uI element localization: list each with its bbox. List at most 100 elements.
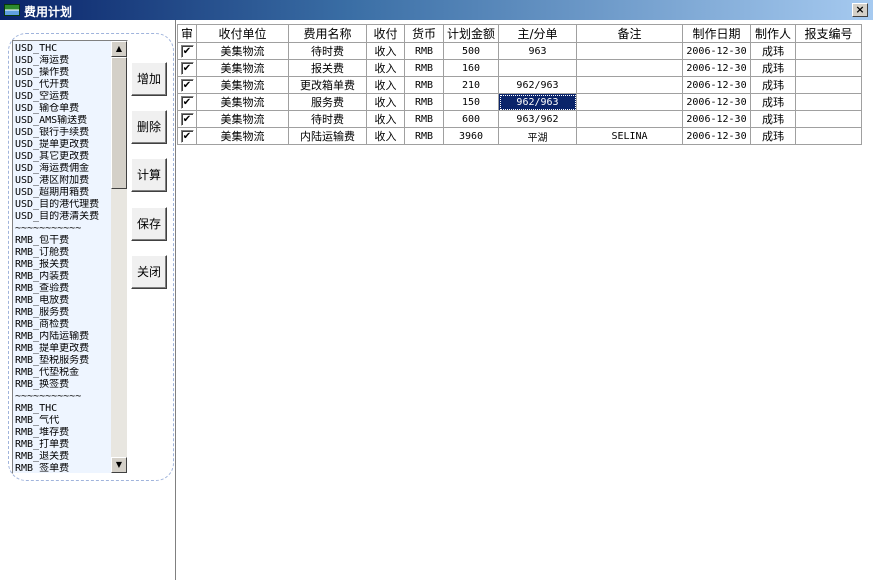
list-item[interactable]: USD_海运费佣金: [15, 163, 111, 175]
scroll-down-icon[interactable]: ▼: [111, 457, 127, 473]
cell-currency[interactable]: RMB: [404, 93, 444, 111]
add-button[interactable]: 增加: [131, 62, 167, 96]
save-button[interactable]: 保存: [131, 207, 167, 241]
table-row[interactable]: ✔ 美集物流 报关费 收入 RMB 160 2006-12-30 成玮: [177, 59, 862, 77]
close-window-button[interactable]: ×: [852, 3, 868, 17]
list-item[interactable]: USD_港区附加费: [15, 175, 111, 187]
cell-note[interactable]: SELINA: [576, 127, 683, 145]
audit-cell[interactable]: ✔: [177, 110, 197, 128]
delete-button[interactable]: 删除: [131, 110, 167, 144]
fee-type-list[interactable]: USD_THC USD_海运费 USD_操作费 USD_代开费 USD_空运费 USD_输…: [12, 40, 128, 474]
column-header[interactable]: 货币: [404, 24, 444, 43]
audit-checkbox[interactable]: ✔: [180, 78, 194, 92]
column-header[interactable]: 审: [177, 24, 197, 43]
cell-unit[interactable]: 美集物流: [196, 42, 289, 60]
list-item[interactable]: USD_AMS输送费: [15, 115, 111, 127]
cell-amount[interactable]: 3960: [443, 127, 499, 145]
cell-currency[interactable]: RMB: [404, 110, 444, 128]
cell-amount[interactable]: 160: [443, 59, 499, 77]
cell-amount[interactable]: 150: [443, 93, 499, 111]
list-item[interactable]: USD_操作费: [15, 67, 111, 79]
list-item[interactable]: RMB_订舱费: [15, 247, 111, 259]
cell-fee[interactable]: 更改箱单费: [288, 76, 367, 94]
cell-amount[interactable]: 500: [443, 42, 499, 60]
list-item[interactable]: USD_空运费: [15, 91, 111, 103]
cell-unit[interactable]: 美集物流: [196, 76, 289, 94]
list-item[interactable]: USD_THC: [15, 43, 111, 55]
list-item[interactable]: USD_代开费: [15, 79, 111, 91]
audit-cell[interactable]: ✔: [177, 59, 197, 77]
audit-checkbox[interactable]: ✔: [180, 44, 194, 58]
cell-bill[interactable]: 963/962: [498, 110, 577, 128]
cell-bill[interactable]: 平湖: [498, 127, 577, 145]
column-header[interactable]: 费用名称: [288, 24, 367, 43]
audit-cell[interactable]: ✔: [177, 127, 197, 145]
list-item[interactable]: RMB_电放费: [15, 295, 111, 307]
cell-report-no[interactable]: [795, 59, 862, 77]
list-item[interactable]: RMB_提单更改费: [15, 343, 111, 355]
list-scrollbar[interactable]: ▲ ▼: [111, 41, 127, 473]
cell-maker[interactable]: 成玮: [750, 93, 796, 111]
cell-date[interactable]: 2006-12-30: [682, 76, 751, 94]
list-item[interactable]: RMB_垫税服务费: [15, 355, 111, 367]
table-row[interactable]: ✔ 美集物流 待时费 收入 RMB 500 963 2006-12-30 成玮: [177, 42, 862, 60]
cell-bill[interactable]: [498, 59, 577, 77]
list-item[interactable]: RMB_THC: [15, 403, 111, 415]
list-item[interactable]: RMB_包干费: [15, 235, 111, 247]
cell-maker[interactable]: 成玮: [750, 110, 796, 128]
list-item[interactable]: RMB_服务费: [15, 307, 111, 319]
calculate-button[interactable]: 计算: [131, 158, 167, 192]
column-header[interactable]: 制作人: [750, 24, 796, 43]
cell-currency[interactable]: RMB: [404, 42, 444, 60]
table-row[interactable]: ✔ 美集物流 内陆运输费 收入 RMB 3960 平湖 SELINA 2006-12-30 成玮: [177, 127, 862, 145]
cell-fee[interactable]: 待时费: [288, 110, 367, 128]
cell-maker[interactable]: 成玮: [750, 42, 796, 60]
list-item[interactable]: RMB_查验费: [15, 283, 111, 295]
cell-currency[interactable]: RMB: [404, 127, 444, 145]
cell-unit[interactable]: 美集物流: [196, 93, 289, 111]
cell-note[interactable]: [576, 93, 683, 111]
cell-date[interactable]: 2006-12-30: [682, 93, 751, 111]
cell-report-no[interactable]: [795, 110, 862, 128]
list-item[interactable]: USD_目的港代理费: [15, 199, 111, 211]
list-item[interactable]: USD_银行手续费: [15, 127, 111, 139]
cell-currency[interactable]: RMB: [404, 76, 444, 94]
close-button[interactable]: 关闭: [131, 255, 167, 289]
cell-unit[interactable]: 美集物流: [196, 59, 289, 77]
cell-maker[interactable]: 成玮: [750, 59, 796, 77]
list-item[interactable]: RMB_内装费: [15, 271, 111, 283]
audit-cell[interactable]: ✔: [177, 93, 197, 111]
column-header[interactable]: 报支编号: [795, 24, 862, 43]
table-row[interactable]: ✔ 美集物流 待时费 收入 RMB 600 963/962 2006-12-30 成玮: [177, 110, 862, 128]
list-item[interactable]: RMB_气代: [15, 415, 111, 427]
audit-checkbox[interactable]: ✔: [180, 95, 194, 109]
list-item[interactable]: RMB_报关费: [15, 259, 111, 271]
cell-pay[interactable]: 收入: [366, 110, 405, 128]
cell-note[interactable]: [576, 110, 683, 128]
list-item[interactable]: RMB_打单费: [15, 439, 111, 451]
cell-report-no[interactable]: [795, 76, 862, 94]
column-header[interactable]: 备注: [576, 24, 683, 43]
cell-fee[interactable]: 待时费: [288, 42, 367, 60]
table-row[interactable]: ✔ 美集物流 更改箱单费 收入 RMB 210 962/963 2006-12-30 成玮: [177, 76, 862, 94]
cell-fee[interactable]: 服务费: [288, 93, 367, 111]
column-header[interactable]: 制作日期: [682, 24, 751, 43]
scroll-thumb[interactable]: [111, 57, 127, 189]
audit-checkbox[interactable]: ✔: [180, 61, 194, 75]
cell-bill[interactable]: 962/963: [498, 76, 577, 94]
cell-pay[interactable]: 收入: [366, 76, 405, 94]
cell-amount[interactable]: 600: [443, 110, 499, 128]
cell-report-no[interactable]: [795, 42, 862, 60]
cell-date[interactable]: 2006-12-30: [682, 127, 751, 145]
cell-report-no[interactable]: [795, 93, 862, 111]
cell-bill[interactable]: 962/963: [498, 93, 577, 111]
column-header[interactable]: 收付: [366, 24, 405, 43]
cell-pay[interactable]: 收入: [366, 127, 405, 145]
cell-pay[interactable]: 收入: [366, 93, 405, 111]
cell-fee[interactable]: 报关费: [288, 59, 367, 77]
cell-note[interactable]: [576, 42, 683, 60]
cell-maker[interactable]: 成玮: [750, 127, 796, 145]
cell-fee[interactable]: 内陆运输费: [288, 127, 367, 145]
cell-date[interactable]: 2006-12-30: [682, 59, 751, 77]
list-item[interactable]: RMB_代垫税金: [15, 367, 111, 379]
